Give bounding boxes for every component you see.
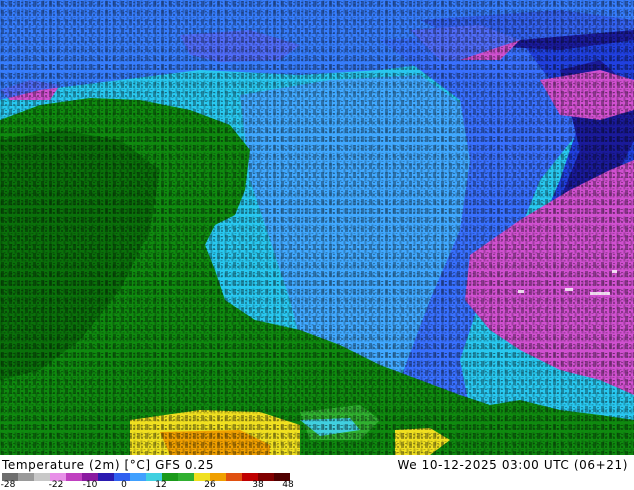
scale-tick: -28 (0, 480, 16, 490)
scale-segment (66, 473, 83, 481)
parameter-label: Temperature (2m) [°C] (2, 458, 151, 472)
scale-tick: 12 (155, 480, 167, 490)
scale-segment (98, 473, 115, 481)
temperature-map (0, 0, 634, 455)
scale-tick: -10 (82, 480, 98, 490)
scale-segment (130, 473, 147, 481)
scale-tick: 48 (282, 480, 294, 490)
map-footer: Temperature (2m) [°C] GFS 0.25 We 10-12-… (0, 455, 634, 490)
scale-segment (18, 473, 35, 481)
scale-segment (178, 473, 195, 481)
valid-time-label: We 10-12-2025 03:00 UTC (06+21) (397, 458, 628, 472)
scale-tick: -22 (48, 480, 64, 490)
map-title: Temperature (2m) [°C] GFS 0.25 (2, 458, 214, 472)
scale-tick: 0 (121, 480, 127, 490)
scale-tick: 26 (204, 480, 216, 490)
scale-tick: 38 (252, 480, 264, 490)
model-label: GFS 0.25 (155, 458, 215, 472)
color-scale-bar (2, 473, 290, 481)
scale-segment (226, 473, 243, 481)
